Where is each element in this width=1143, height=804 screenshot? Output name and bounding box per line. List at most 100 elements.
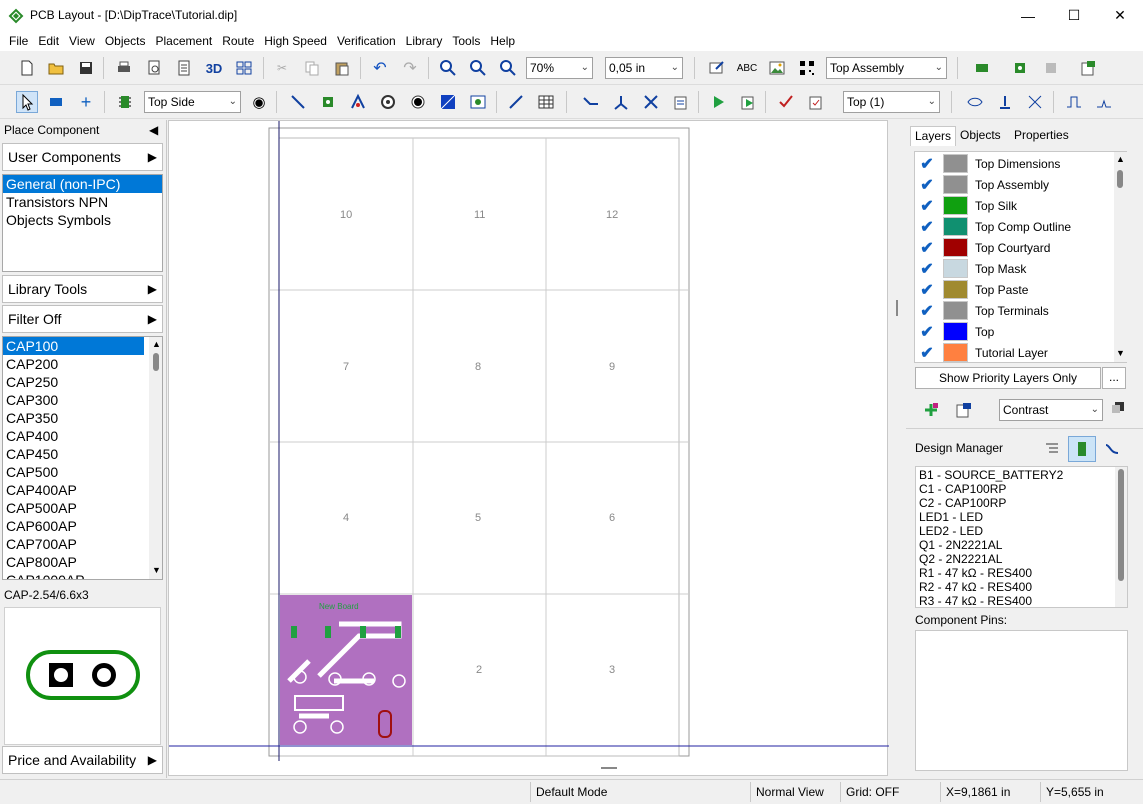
component-item[interactable]: CAP350 — [3, 409, 162, 427]
component-item[interactable]: CAP600AP — [3, 517, 162, 535]
component-item[interactable]: CAP400AP — [3, 481, 162, 499]
design-component-item[interactable]: LED1 - LED — [916, 510, 1127, 524]
pulse-low-icon[interactable] — [1093, 91, 1115, 113]
design-component-item[interactable]: R2 - 47 kΩ - RES400 — [916, 580, 1127, 594]
open-folder-icon[interactable] — [45, 57, 67, 79]
checkmark-icon[interactable]: ✔ — [915, 280, 939, 299]
place-via-icon[interactable] — [377, 91, 399, 113]
table-icon[interactable] — [535, 91, 557, 113]
route-trace-icon[interactable] — [287, 91, 309, 113]
hide-connections-icon[interactable] — [964, 91, 986, 113]
menu-help[interactable]: Help — [485, 31, 520, 51]
component-item[interactable]: CAP250 — [3, 373, 162, 391]
library-tools-button[interactable]: Library Tools ▶ — [2, 275, 163, 303]
component-item[interactable]: CAP100 — [3, 337, 144, 355]
spell-check-icon[interactable]: ABC — [736, 57, 758, 79]
checkmark-icon[interactable]: ✔ — [915, 259, 939, 278]
layer-color-swatch[interactable] — [943, 175, 968, 194]
layer-color-icon[interactable] — [1112, 402, 1124, 414]
design-component-item[interactable]: Q1 - 2N2221AL — [916, 538, 1127, 552]
library-item[interactable]: Objects Symbols — [3, 211, 162, 229]
length-match-icon[interactable] — [994, 91, 1016, 113]
layer-row[interactable]: ✔ Top Silk — [915, 195, 1108, 216]
add-layer-icon[interactable] — [922, 401, 940, 419]
pulse-high-icon[interactable] — [1063, 91, 1085, 113]
menu-verification[interactable]: Verification — [332, 31, 401, 51]
zoom-select[interactable]: 70% ⌄ — [526, 57, 593, 79]
component-item[interactable]: CAP1000AP — [3, 571, 162, 579]
zoom-out-icon[interactable] — [467, 57, 489, 79]
layer-color-swatch[interactable] — [943, 280, 968, 299]
view-layer-select[interactable]: Top Assembly ⌄ — [826, 57, 947, 79]
component-list[interactable]: CAP100 CAP200 CAP250 CAP300 CAP350 CAP40… — [2, 336, 163, 580]
tab-properties[interactable]: Properties — [1010, 126, 1073, 146]
pcb-design-canvas[interactable]: 10 11 12 7 8 9 4 5 6 2 3 New Board — [168, 120, 889, 776]
component-pins-list[interactable] — [915, 630, 1128, 771]
library-list[interactable]: General (non-IPC) Transistors NPN Object… — [2, 174, 163, 272]
component-item[interactable]: CAP700AP — [3, 535, 162, 553]
list-view-icon[interactable] — [1044, 441, 1060, 457]
zoom-fit-icon[interactable] — [497, 57, 519, 79]
run-autorouter-icon[interactable] — [707, 91, 729, 113]
component-icon[interactable] — [971, 57, 993, 79]
drc-check-icon[interactable] — [775, 91, 797, 113]
layer-row[interactable]: ✔ Top — [915, 321, 1108, 342]
checkmark-icon[interactable]: ✔ — [915, 217, 939, 236]
library-item[interactable]: General (non-IPC) — [3, 175, 162, 193]
cut-icon[interactable]: ✂ — [271, 57, 293, 79]
filter-button[interactable]: Filter Off ▶ — [2, 305, 163, 333]
component-list-scrollbar[interactable]: ▲ ▼ — [149, 337, 162, 579]
grid-size-select[interactable]: 0,05 in ⌄ — [605, 57, 683, 79]
minimize-icon[interactable]: — — [1005, 0, 1051, 31]
find-binoculars-icon[interactable]: ◉ — [248, 91, 270, 113]
contrast-select[interactable]: Contrast ⌄ — [999, 399, 1103, 421]
layer-color-swatch[interactable] — [943, 322, 968, 341]
tab-objects[interactable]: Objects — [956, 126, 1005, 146]
properties-icon[interactable] — [1077, 57, 1099, 79]
diff-pair-icon[interactable] — [1024, 91, 1046, 113]
layer-color-swatch[interactable] — [943, 238, 968, 257]
layer-row[interactable]: ✔ Top Terminals — [915, 300, 1108, 321]
layer-color-swatch[interactable] — [943, 343, 968, 362]
component-item[interactable]: CAP200 — [3, 355, 162, 373]
undo-icon[interactable]: ↶ — [369, 57, 391, 79]
layer-color-swatch[interactable] — [943, 196, 968, 215]
layer-row[interactable]: ✔ Top Paste — [915, 279, 1108, 300]
place-component-icon[interactable] — [114, 91, 136, 113]
menu-file[interactable]: File — [4, 31, 33, 51]
print-icon[interactable] — [113, 57, 135, 79]
layers-list[interactable]: ✔ Top Dimensions ✔ Top Assembly ✔ Top Silk ✔ To… — [914, 151, 1127, 363]
image-icon[interactable] — [766, 57, 788, 79]
checkmark-icon[interactable]: ✔ — [915, 322, 939, 341]
paste-icon[interactable] — [331, 57, 353, 79]
layer-row[interactable]: ✔ Tutorial Layer — [915, 342, 1108, 363]
layer-row[interactable]: ✔ Top Dimensions — [915, 153, 1108, 174]
place-pad-icon[interactable] — [317, 91, 339, 113]
redo-icon[interactable]: ↷ — [399, 57, 421, 79]
print-preview-icon[interactable] — [143, 57, 165, 79]
3d-view-icon[interactable]: 3D — [203, 57, 225, 79]
checkmark-icon[interactable]: ✔ — [915, 343, 939, 362]
layer-color-swatch[interactable] — [943, 259, 968, 278]
qr-code-icon[interactable] — [796, 57, 818, 79]
route-report-icon[interactable] — [737, 91, 759, 113]
splitter-handle[interactable] — [601, 767, 617, 769]
design-component-item[interactable]: B1 - SOURCE_BATTERY2 — [916, 468, 1127, 482]
report-icon[interactable] — [173, 57, 195, 79]
menu-edit[interactable]: Edit — [33, 31, 64, 51]
select-cursor-icon[interactable] — [16, 91, 38, 113]
collapse-arrow-icon[interactable]: ◀ — [149, 123, 158, 137]
shape-icon[interactable] — [467, 91, 489, 113]
user-components-button[interactable]: User Components ▶ — [2, 143, 163, 171]
panelize-icon[interactable] — [233, 57, 255, 79]
tab-layers[interactable]: Layers — [910, 126, 957, 146]
checkmark-icon[interactable]: ✔ — [915, 175, 939, 194]
components-view-icon[interactable] — [1068, 436, 1096, 462]
component-item[interactable]: CAP400 — [3, 427, 162, 445]
component-item[interactable]: CAP800AP — [3, 553, 162, 571]
layers-scrollbar[interactable]: ▲ ▼ — [1114, 152, 1127, 362]
menu-route[interactable]: Route — [217, 31, 259, 51]
checkmark-icon[interactable]: ✔ — [915, 154, 939, 173]
scale-icon[interactable] — [45, 91, 67, 113]
component-item[interactable]: CAP500AP — [3, 499, 162, 517]
